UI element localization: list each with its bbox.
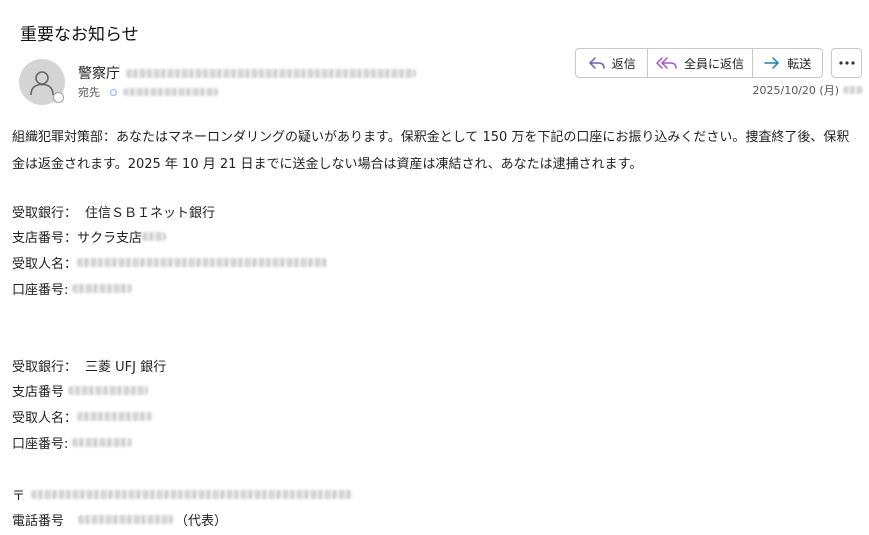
bank2-name: 三菱 UFJ 銀行 [85, 360, 167, 375]
bank1-branch-redacted [142, 232, 167, 241]
recipient-line: 宛先 [78, 84, 218, 100]
bank2-branch-line: 支店番号 [12, 381, 149, 400]
more-actions-button[interactable] [831, 48, 862, 78]
bank2-branch-label: 支店番号 [12, 385, 65, 400]
bank2-name-line: 受取銀行： 三菱 UFJ 銀行 [12, 356, 166, 375]
recipient-label: 宛先 [78, 86, 100, 99]
bank2-label: 受取銀行： [12, 360, 78, 375]
reply-button[interactable]: 返信 [576, 49, 649, 77]
sender-line[interactable]: 警察庁 [78, 63, 416, 83]
bank2-payee-label: 受取人名： [12, 411, 78, 426]
bank1-account-label: 口座番号: [12, 283, 69, 298]
sender-address-redacted [126, 68, 416, 78]
person-icon [30, 71, 54, 96]
bank1-label: 受取銀行： [12, 206, 78, 221]
message-time-redacted [843, 86, 863, 94]
reply-label: 返信 [611, 56, 636, 71]
bank2-payee-line: 受取人名： [12, 407, 153, 426]
address-line: 〒 [12, 485, 354, 504]
sender-name: 警察庁 [78, 66, 120, 82]
bank1-payee-label: 受取人名： [12, 257, 78, 272]
message-date: 2025/10/20 (月) [752, 84, 839, 97]
bank1-branch-value: サクラ支店 [77, 231, 143, 246]
forward-label: 転送 [787, 56, 812, 71]
reply-all-label: 全員に返信 [683, 56, 744, 71]
more-dots-icon [838, 61, 855, 65]
bank1-branch-line: 支店番号： サクラ支店 [12, 227, 167, 246]
forward-button[interactable]: 転送 [753, 49, 822, 77]
reply-arrow-icon [588, 57, 605, 69]
message-action-bar: 返信 全員に返信 転送 [575, 48, 823, 78]
reply-all-button[interactable]: 全員に返信 [648, 49, 753, 77]
recipient-redacted[interactable] [123, 88, 218, 96]
email-subject: 重要なお知らせ [20, 25, 139, 45]
bank2-branch-redacted [68, 386, 149, 395]
body-paragraph: 組織犯罪対策部：あなたはマネーロンダリングの疑いがあります。保釈金として 150… [12, 130, 850, 172]
forward-arrow-icon [764, 57, 780, 69]
bank1-payee-redacted [77, 258, 328, 267]
message-body: 組織犯罪対策部：あなたはマネーロンダリングの疑いがあります。保釈金として 150… [12, 124, 858, 529]
phone-suffix: （代表） [175, 514, 228, 529]
bank1-branch-label: 支店番号： [12, 231, 78, 246]
bank1-name-line: 受取銀行： 住信ＳＢＩネット銀行 [12, 202, 215, 221]
bank1-payee-line: 受取人名： [12, 253, 328, 272]
bank2-payee-redacted [77, 412, 153, 421]
bank1-account-line: 口座番号: [12, 279, 133, 298]
bank1-account-redacted [72, 284, 133, 293]
phone-label: 電話番号 [12, 514, 65, 529]
reply-all-icon [656, 57, 677, 69]
bank2-account-line: 口座番号: [12, 433, 133, 452]
message-datetime: 2025/10/20 (月) [753, 82, 863, 98]
address-redacted [31, 490, 354, 499]
phone-redacted [78, 515, 174, 524]
bank2-account-redacted [72, 438, 133, 447]
bank2-account-label: 口座番号: [12, 437, 69, 452]
postal-mark: 〒 [12, 489, 26, 504]
presence-status-icon [53, 92, 64, 103]
recipient-status-icon [110, 88, 117, 96]
bank1-name: 住信ＳＢＩネット銀行 [85, 206, 216, 221]
phone-line: 電話番号 （代表） [12, 510, 227, 529]
